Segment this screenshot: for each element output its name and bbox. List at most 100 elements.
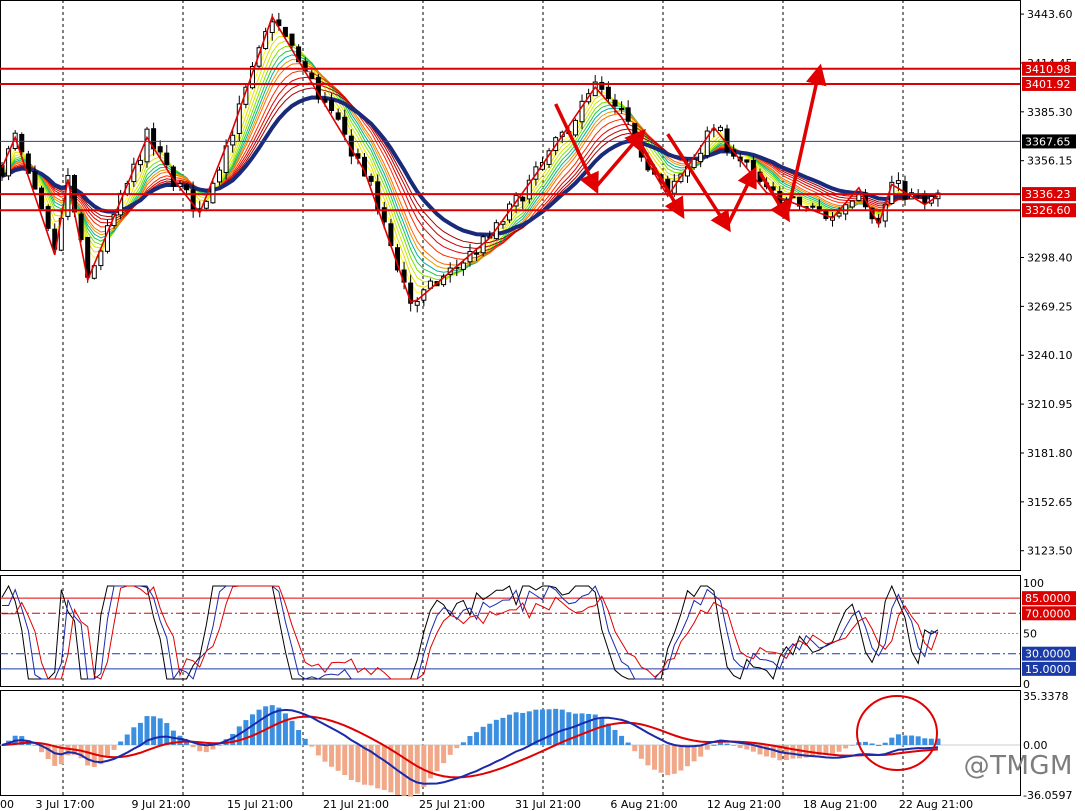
candle-body	[269, 21, 275, 33]
macd-histogram-bar	[711, 744, 717, 746]
macd-histogram-bar	[289, 720, 295, 745]
oscillator-level-label: 15.0000	[1025, 663, 1071, 676]
macd-histogram-bar	[546, 709, 552, 745]
y-tick-label: 3385.30	[1027, 106, 1073, 119]
macd-histogram-bar	[849, 744, 855, 746]
y-tick-label: 3443.60	[1027, 8, 1073, 21]
candle-body	[309, 72, 315, 80]
macd-histogram-bar	[32, 744, 38, 746]
candle-body	[144, 128, 150, 163]
candle-body	[474, 252, 480, 255]
macd-histogram-bar	[665, 744, 671, 776]
macd-histogram-bar	[553, 708, 559, 745]
macd-histogram-bar	[902, 735, 908, 745]
macd-histogram-bar	[586, 713, 592, 745]
macd-histogram-bar	[190, 744, 196, 748]
x-tick-label: 00	[0, 798, 14, 811]
macd-histogram-bar	[408, 744, 414, 797]
macd-histogram-bar	[263, 706, 269, 745]
macd-histogram-bar	[744, 744, 750, 750]
macd-histogram-bar	[296, 730, 302, 745]
macd-histogram-bar	[52, 744, 58, 766]
candle-body	[157, 146, 163, 153]
y-tick-label: 3298.40	[1027, 252, 1073, 265]
macd-y-label: 35.3378	[1023, 690, 1069, 703]
macd-histogram-bar	[632, 744, 638, 752]
macd-histogram-bar	[381, 744, 387, 790]
x-tick-label: 6 Aug 21:00	[610, 798, 677, 811]
macd-histogram-bar	[474, 732, 480, 745]
candle-body	[217, 169, 223, 183]
macd-histogram-bar	[625, 742, 631, 745]
macd-histogram-bar	[388, 744, 394, 793]
x-tick-label: 15 Jul 21:00	[227, 798, 293, 811]
candle-body	[605, 86, 611, 99]
candle-body	[164, 152, 170, 166]
macd-histogram-bar	[348, 744, 354, 781]
macd-y-label: -36.0597	[1023, 789, 1072, 802]
macd-histogram-bar	[487, 723, 493, 745]
panel-frame	[0, 0, 1021, 571]
y-tick-label: 3152.65	[1027, 496, 1073, 509]
y-tick-label: 3240.10	[1027, 349, 1073, 362]
macd-histogram-bar	[513, 712, 519, 745]
x-tick-label: 18 Aug 21:00	[803, 798, 877, 811]
macd-histogram-bar	[118, 741, 124, 745]
candle-body	[691, 158, 697, 169]
candle-body	[19, 133, 25, 153]
candle-body	[342, 116, 348, 135]
y-tick-label: 3356.15	[1027, 155, 1073, 168]
macd-histogram-bar	[764, 744, 770, 757]
level-price-label: 3401.92	[1025, 78, 1071, 91]
candle-body	[724, 128, 730, 153]
y-tick-label: 3123.50	[1027, 545, 1073, 558]
level-price-label: 3367.65	[1025, 135, 1071, 148]
x-tick-label: 31 Jul 21:00	[515, 798, 581, 811]
level-price-label: 3410.98	[1025, 63, 1071, 76]
macd-histogram-bar	[684, 744, 690, 767]
macd-histogram-bar	[454, 744, 460, 749]
macd-histogram-bar	[559, 709, 565, 745]
macd-histogram-bar	[678, 744, 684, 771]
candle-body	[836, 212, 842, 217]
candle-body	[744, 159, 750, 163]
macd-histogram-bar	[309, 744, 315, 747]
macd-histogram-bar	[401, 744, 407, 796]
x-tick-label: 21 Jul 21:00	[323, 798, 389, 811]
macd-histogram-bar	[612, 729, 618, 745]
panel-frame	[0, 575, 1021, 687]
macd-histogram-bar	[882, 742, 888, 745]
macd-histogram-bar	[533, 709, 539, 745]
candle-body	[698, 152, 704, 163]
level-price-label: 3326.60	[1025, 204, 1071, 217]
macd-histogram-bar	[362, 744, 368, 785]
oscillator-y-label: 100	[1023, 577, 1044, 590]
candle-body	[612, 99, 618, 107]
x-tick-label: 3 Jul 17:00	[36, 798, 95, 811]
candle-body	[717, 126, 723, 132]
macd-histogram-bar	[737, 744, 743, 748]
macd-histogram-bar	[889, 737, 895, 745]
candle-body	[902, 181, 908, 200]
macd-histogram-bar	[329, 744, 335, 767]
candle-body	[856, 194, 862, 201]
candle-body	[810, 205, 816, 208]
macd-histogram-bar	[928, 738, 934, 745]
price-chart[interactable]: 3 Jul 17:00 9 Jul 21:00 15 Jul 21:00 21 Jul…	[0, 0, 1085, 811]
macd-histogram-bar	[520, 712, 526, 745]
candle-body	[39, 187, 45, 210]
y-tick-label: 3181.80	[1027, 447, 1073, 460]
macd-histogram-bar	[579, 713, 585, 745]
oscillator-level-label: 85.0000	[1025, 592, 1071, 605]
macd-histogram-bar	[691, 744, 697, 762]
macd-histogram-bar	[243, 720, 249, 745]
macd-histogram-bar	[909, 735, 915, 745]
candle-body	[414, 301, 420, 306]
macd-histogram-bar	[91, 744, 97, 767]
macd-histogram-bar	[322, 744, 328, 762]
macd-histogram-bar	[619, 735, 625, 745]
candle-body	[849, 200, 855, 208]
macd-histogram-bar	[810, 744, 816, 757]
y-tick-label: 3210.95	[1027, 398, 1073, 411]
macd-histogram-bar	[282, 713, 288, 745]
